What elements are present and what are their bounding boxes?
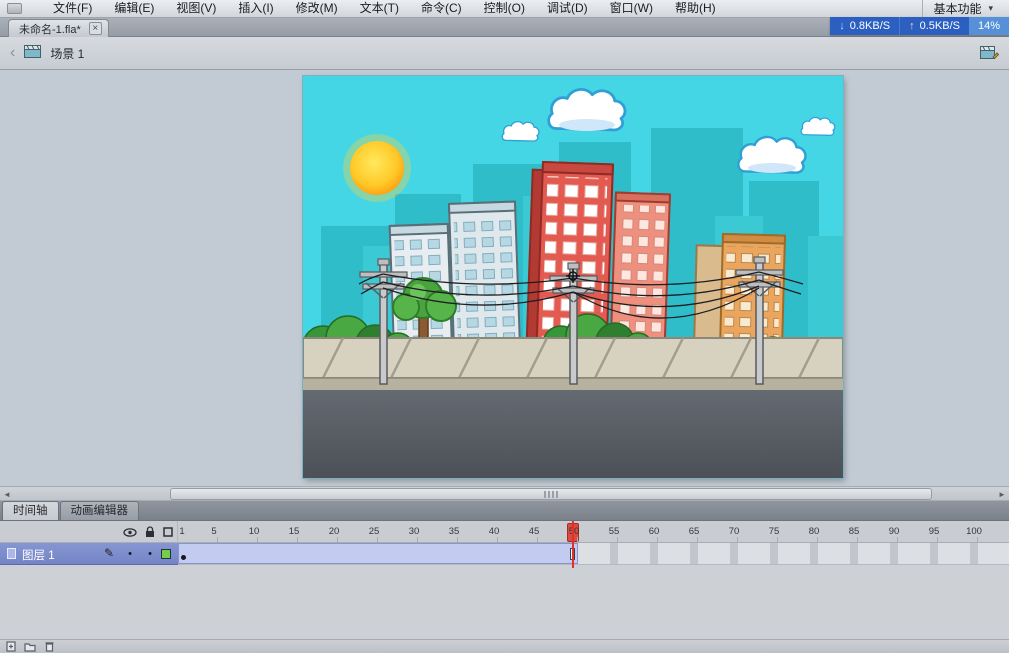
download-arrow-icon: ↓ [839, 20, 845, 32]
upload-arrow-icon: ↑ [909, 20, 915, 32]
layer-row: 图层 1 ✎ • • [0, 543, 1009, 565]
menu-bar: 文件(F) 编辑(E) 视图(V) 插入(I) 修改(M) 文本(T) 命令(C… [0, 0, 1009, 18]
menu-control[interactable]: 控制(O) [473, 0, 536, 17]
menu-debug[interactable]: 调试(D) [536, 0, 599, 17]
workspace-switcher[interactable]: 基本功能 ▾ [922, 0, 1003, 17]
ruler-label: 10 [248, 526, 260, 537]
ruler-label: 40 [488, 526, 500, 537]
menu-help[interactable]: 帮助(H) [664, 0, 727, 17]
layer-controls-header [0, 521, 178, 543]
menu-modify[interactable]: 修改(M) [285, 0, 349, 17]
scroll-left-icon[interactable]: ◄ [0, 488, 14, 501]
ruler-label: 65 [688, 526, 700, 537]
timeline-empty-area[interactable] [0, 565, 1009, 639]
frame-span-1-50[interactable] [178, 543, 578, 564]
horizontal-scrollbar[interactable]: ◄ ► [0, 486, 1009, 501]
ruler-label: 70 [728, 526, 740, 537]
ruler-label: 80 [808, 526, 820, 537]
ruler-label: 35 [448, 526, 460, 537]
upload-speed-value: 0.5KB/S [919, 20, 960, 32]
tab-timeline[interactable]: 时间轴 [2, 501, 59, 520]
delete-layer-icon[interactable] [43, 641, 55, 652]
scrollbar-grip-icon [544, 491, 558, 498]
frame-ruler[interactable]: 1 5 10 15 20 25 30 35 40 45 50 55 60 65 … [178, 521, 1009, 543]
lock-icon [146, 526, 154, 537]
menu-window[interactable]: 窗口(W) [599, 0, 664, 17]
ruler-label: 30 [408, 526, 420, 537]
scrollbar-thumb[interactable] [170, 488, 932, 500]
percent-badge: 14% [968, 17, 1009, 35]
download-speed-value: 0.8KB/S [849, 20, 891, 32]
new-layer-icon[interactable] [5, 641, 17, 652]
layer-outline-color-swatch[interactable] [161, 549, 171, 559]
sun[interactable] [343, 134, 411, 202]
playhead-line[interactable] [572, 521, 574, 568]
ruler-label: 15 [288, 526, 300, 537]
new-folder-icon[interactable] [24, 641, 36, 652]
ruler-label: 20 [328, 526, 340, 537]
layer-type-icon [7, 548, 16, 559]
percent-value: 14% [977, 20, 1000, 32]
ruler-label: 1 [179, 526, 185, 537]
download-speed: ↓ 0.8KB/S [830, 17, 900, 35]
scroll-right-icon[interactable]: ► [995, 488, 1009, 501]
menu-edit[interactable]: 编辑(E) [103, 0, 165, 17]
upload-speed: ↑ 0.5KB/S [899, 17, 969, 35]
ruler-ticks [178, 537, 1009, 542]
ruler-label: 100 [966, 526, 982, 537]
document-tab[interactable]: 未命名-1.fla* × [8, 19, 109, 37]
menu-items: 文件(F) 编辑(E) 视图(V) 插入(I) 修改(M) 文本(T) 命令(C… [42, 0, 727, 17]
network-speed-overlay: ↓ 0.8KB/S ↑ 0.5KB/S 14% [830, 17, 1009, 35]
ruler-label: 85 [848, 526, 860, 537]
ruler-label: 55 [608, 526, 620, 537]
workspace-label: 基本功能 [933, 2, 982, 16]
edit-bar: ‹ 场景 1 [0, 37, 1009, 70]
close-icon[interactable]: × [88, 22, 102, 35]
road[interactable] [303, 390, 843, 478]
timeline-status-bar [0, 639, 1009, 653]
pasteboard[interactable] [0, 70, 1009, 486]
ruler-label: 25 [368, 526, 380, 537]
pencil-icon: ✎ [104, 546, 115, 560]
document-tab-title: 未命名-1.fla* [19, 23, 81, 36]
app-logo-icon [7, 3, 22, 14]
menu-commands[interactable]: 命令(C) [410, 0, 473, 17]
ruler-label: 95 [928, 526, 940, 537]
tab-motion-editor[interactable]: 动画编辑器 [59, 501, 139, 520]
show-layers-as-outlines-button[interactable] [160, 525, 176, 539]
flash-application-window: 文件(F) 编辑(E) 视图(V) 插入(I) 修改(M) 文本(T) 命令(C… [0, 0, 1009, 653]
layer-1-header[interactable]: 图层 1 ✎ • • [0, 543, 178, 565]
frame-grid[interactable] [178, 543, 1009, 565]
back-arrow-icon[interactable]: ‹ [10, 45, 15, 61]
keyframe-dot[interactable] [181, 555, 186, 560]
ruler-label: 75 [768, 526, 780, 537]
menu-view[interactable]: 视图(V) [165, 0, 227, 17]
timeline-panel: 1 5 10 15 20 25 30 35 40 45 50 55 60 65 … [0, 521, 1009, 653]
panel-tab-bar: 时间轴 动画编辑器 [0, 501, 1009, 521]
layer-lock-dot[interactable]: • [142, 549, 158, 560]
chevron-down-icon: ▾ [988, 3, 993, 13]
edit-symbols-icon[interactable] [980, 45, 1000, 63]
ruler-label: 5 [211, 526, 217, 537]
menu-text[interactable]: 文本(T) [349, 0, 410, 17]
outline-square-icon [163, 527, 173, 537]
layer-visibility-dot[interactable]: • [122, 549, 138, 560]
menu-file[interactable]: 文件(F) [42, 0, 103, 17]
ruler-label-playhead: 50 [564, 526, 584, 537]
layer-name[interactable]: 图层 1 [22, 547, 55, 563]
eye-icon [123, 527, 137, 537]
ruler-label: 90 [888, 526, 900, 537]
ruler-label: 60 [648, 526, 660, 537]
stage-canvas[interactable] [303, 76, 843, 478]
lock-all-layers-button[interactable] [142, 525, 158, 539]
ruler-label: 45 [528, 526, 540, 537]
menu-insert[interactable]: 插入(I) [227, 0, 284, 17]
scene-icon [24, 45, 42, 61]
scene-breadcrumb[interactable]: 场景 1 [50, 45, 84, 62]
show-hide-all-layers-button[interactable] [122, 525, 138, 539]
